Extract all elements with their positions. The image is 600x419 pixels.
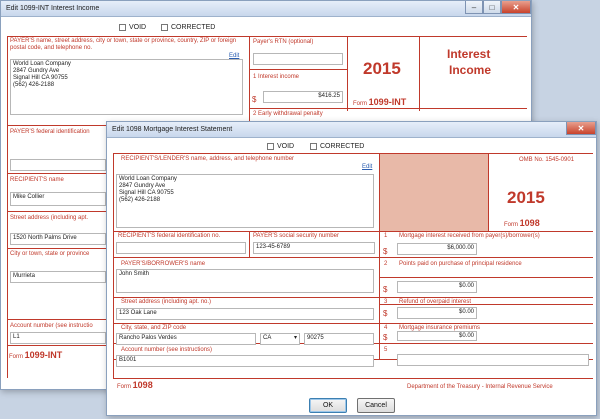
points-paid-field[interactable]: $0.00 [397,281,477,293]
win-1098: Edit 1098 Mortgage Interest Statement ✕ … [106,121,597,416]
street-field[interactable]: 123 Oak Lane [116,308,374,320]
corrected-checkbox[interactable]: CORRECTED [161,24,215,31]
box5-num: 5 [384,347,388,353]
borrower-label: PAYER'S/BORROWER'S name [121,261,206,267]
minimize-icon[interactable]: – [465,1,483,14]
city-field[interactable]: Rancho Palos Verdes [116,333,256,345]
box2-num: 2 [384,261,388,267]
payer-name-label: PAYER'S name, street address, city or to… [10,38,237,51]
year-1098: 2015 [507,188,545,207]
form-label-1098: Form 1098 [504,218,540,228]
omb-number: OMB No. 1545-0901 [519,157,575,163]
recipient-name-label: RECIPIENT'S name [10,177,64,183]
payer-address-field[interactable]: World Loan Company 2847 Gundry Ave Signa… [10,59,243,115]
borrower-name-field[interactable]: John Smith [116,269,374,293]
form-label-1099int: Form 1099-INT [353,97,407,107]
recipient-name-field[interactable]: Mike Collier [10,192,106,206]
form-title-line2: Income [449,63,492,77]
insurance-field[interactable]: $0.00 [397,331,477,341]
box1-currency: $ [252,95,257,104]
form-title-line1: Interest [447,47,491,61]
city-field[interactable]: Murrieta [10,271,106,283]
lender-label: RECIPIENT'S/LENDER'S name, address, and … [121,156,295,162]
street-field[interactable]: 1520 North Palms Drive [10,233,106,245]
account-field[interactable]: L1 [10,332,106,344]
edit-link[interactable]: Edit [362,164,372,170]
mortgage-interest-field[interactable]: $6,000.00 [397,243,477,255]
state-select[interactable]: CA ▾ [260,333,300,345]
rtn-label: Payer's RTN (optional) [253,39,314,45]
chevron-down-icon[interactable]: ▾ [294,335,297,342]
payer-ssn-label: PAYER'S social security number [253,233,339,239]
recipient-fed-label: RECIPIENT'S federal identification no. [118,233,221,239]
interest-income-field[interactable]: $416.25 [263,91,343,103]
titlebar-1099int[interactable]: Edit 1099-INT Interest Income – □ ✕ [1,1,531,17]
box1-label: 1 Interest income [253,74,300,80]
year-1099int: 2015 [363,59,401,78]
box1-num: 1 [384,233,388,239]
close-icon[interactable]: ✕ [501,1,531,14]
street-label: Street address (including apt. no.) [121,299,212,305]
corrected-box[interactable] [161,24,168,31]
box2-label: Points paid on purchase of principal res… [399,261,522,267]
close-icon[interactable]: ✕ [566,122,596,135]
box4-num: 4 [384,325,388,331]
void-box[interactable] [267,143,274,150]
ok-button[interactable]: OK [309,398,347,413]
shaded-box [380,154,488,231]
corrected-box[interactable] [310,143,317,150]
footer-form-1099int: Form 1099-INT [9,350,63,360]
box4-currency: $ [383,333,388,342]
box3-currency: $ [383,309,388,318]
street-label: Street address (including apt. [10,215,89,221]
payer-fed-label: PAYER'S federal identification [10,129,90,135]
cancel-button[interactable]: Cancel [357,398,395,413]
window-title: Edit 1099-INT Interest Income [6,5,100,12]
lender-address-field[interactable]: World Loan Company 2847 Gundry Ave Signa… [116,174,374,228]
refund-field[interactable]: $0.00 [397,307,477,319]
account-label: Account number (see instructio [10,323,93,329]
void-checkbox[interactable]: VOID [119,24,146,31]
corrected-checkbox[interactable]: CORRECTED [310,143,364,150]
maximize-icon[interactable]: □ [483,1,501,14]
box5-field[interactable] [397,354,589,366]
void-checkbox[interactable]: VOID [267,143,294,150]
city-label: City, state, and ZIP code [121,325,187,331]
box3-label: Refund of overpaid interest [399,299,472,305]
dept-treasury: Department of the Treasury - Internal Re… [407,384,553,390]
city-label: City or town, state or province [10,251,90,257]
titlebar-1098[interactable]: Edit 1098 Mortgage Interest Statement ✕ [107,122,596,138]
box3-num: 3 [384,299,388,305]
zip-field[interactable]: 90275 [304,333,374,345]
void-box[interactable] [119,24,126,31]
payer-fed-field[interactable] [10,159,106,171]
box1-currency: $ [383,247,388,256]
box2-currency: $ [383,285,388,294]
payer-ssn-field[interactable]: 123-45-6789 [253,242,375,254]
box1-label: Mortgage interest received from payer(s)… [399,233,540,239]
account-field[interactable]: B1001 [116,355,374,367]
rtn-field[interactable] [253,53,343,65]
recipient-fed-field[interactable] [116,242,246,254]
window-title: Edit 1098 Mortgage Interest Statement [112,126,233,133]
footer-form-1098: Form 1098 [117,380,153,390]
box2-label: 2 Early withdrawal penalty [253,111,323,117]
account-label: Account number (see instructions) [121,347,213,353]
